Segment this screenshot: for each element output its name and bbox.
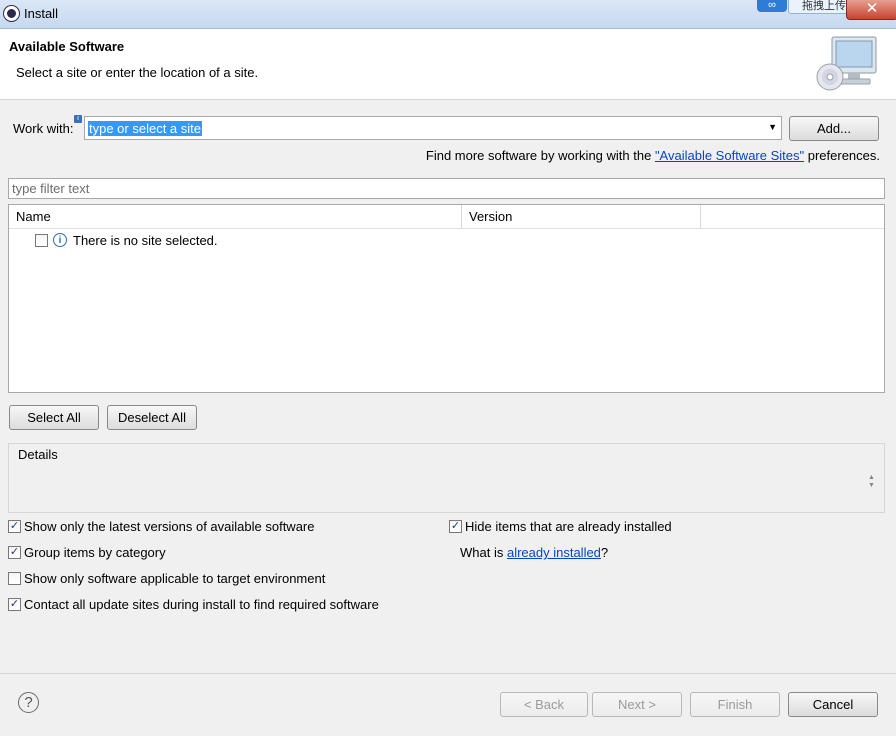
find-more-prefix: Find more software by working with the: [425, 148, 655, 163]
info-icon: i: [53, 233, 67, 247]
monitor-cd-icon: [816, 36, 877, 91]
finish-button[interactable]: Finish: [690, 692, 780, 717]
hide-installed-checkbox[interactable]: ✓: [449, 520, 462, 533]
find-more-suffix: preferences.: [804, 148, 880, 163]
what-is-suffix: ?: [600, 545, 609, 560]
column-header-filler: [701, 205, 884, 229]
find-more-text: Find more software by working with the "…: [426, 148, 880, 163]
details-group: [8, 443, 885, 513]
wizard-header: Available Software Select a site or ente…: [0, 29, 896, 100]
contact-sites-checkbox[interactable]: ✓: [8, 598, 21, 611]
group-by-category-label: Group items by category: [24, 545, 166, 560]
details-label: Details: [17, 447, 59, 462]
software-tree[interactable]: Name Version i There is no site selected…: [8, 204, 885, 393]
hide-installed-label: Hide items that are already installed: [465, 519, 672, 534]
help-icon[interactable]: ?: [18, 692, 39, 713]
no-site-message: There is no site selected.: [73, 233, 218, 248]
dropdown-arrow-icon[interactable]: ▼: [768, 122, 777, 132]
work-with-value[interactable]: type or select a site: [88, 121, 202, 136]
tree-row-checkbox[interactable]: [35, 234, 48, 247]
cancel-button[interactable]: Cancel: [788, 692, 878, 717]
available-software-sites-link[interactable]: "Available Software Sites": [655, 148, 804, 163]
latest-versions-label: Show only the latest versions of availab…: [24, 519, 315, 534]
footer-separator: [0, 673, 896, 674]
details-scroll-spinner-icon[interactable]: ▲ ▼: [868, 474, 875, 490]
select-all-button[interactable]: Select All: [9, 405, 99, 430]
page-subtitle: Select a site or enter the location of a…: [16, 65, 259, 80]
what-is-installed-text: What is already installed?: [460, 545, 608, 560]
column-header-version[interactable]: Version: [462, 205, 701, 229]
work-with-label: Work with:: [13, 121, 74, 136]
next-button[interactable]: Next >: [592, 692, 682, 717]
what-is-prefix: What is: [460, 545, 507, 560]
filter-input[interactable]: type filter text: [8, 178, 885, 199]
window-title: Install: [24, 6, 58, 21]
page-title: Available Software: [9, 39, 125, 54]
work-with-combo[interactable]: type or select a site ▼: [84, 116, 782, 140]
back-button[interactable]: < Back: [500, 692, 588, 717]
deselect-all-button[interactable]: Deselect All: [107, 405, 197, 430]
target-environment-checkbox[interactable]: [8, 572, 21, 585]
group-by-category-checkbox[interactable]: ✓: [8, 546, 21, 559]
close-window-button[interactable]: ✕: [846, 0, 896, 20]
eclipse-app-icon: [4, 6, 19, 21]
latest-versions-checkbox[interactable]: ✓: [8, 520, 21, 533]
target-environment-label: Show only software applicable to target …: [24, 571, 326, 586]
column-header-name[interactable]: Name: [9, 205, 462, 229]
content-assist-icon: i: [74, 115, 82, 123]
add-site-button[interactable]: Add...: [789, 116, 879, 141]
already-installed-link[interactable]: already installed: [507, 545, 601, 560]
contact-sites-label: Contact all update sites during install …: [24, 597, 379, 612]
cloud-upload-icon[interactable]: ∞: [757, 0, 787, 12]
